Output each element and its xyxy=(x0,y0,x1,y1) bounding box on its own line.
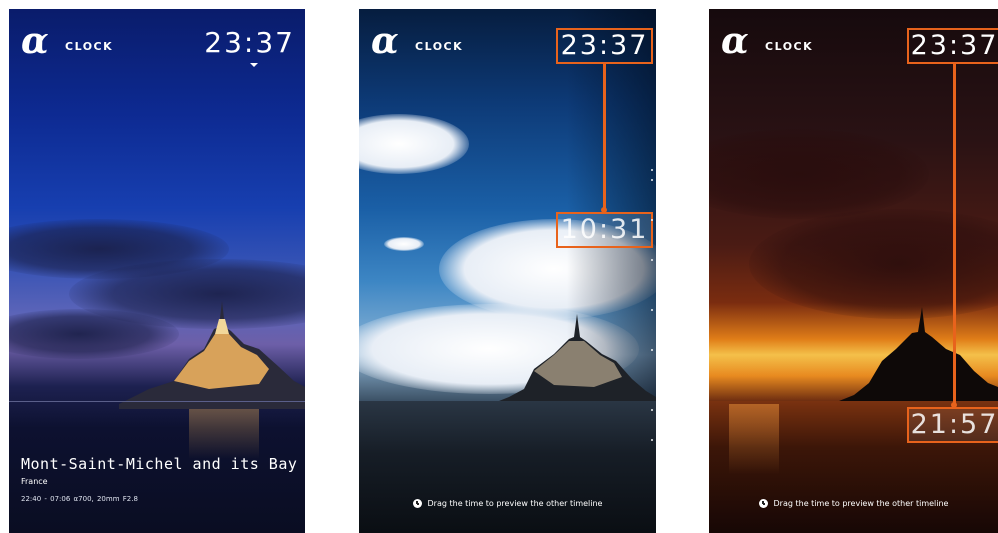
chevron-down-icon[interactable] xyxy=(250,63,258,67)
timeline-scrollbar[interactable] xyxy=(651,159,653,459)
preview-time[interactable]: 21:57 xyxy=(909,410,998,440)
mont-saint-michel-image xyxy=(484,314,656,409)
current-time-box[interactable]: 23:37 xyxy=(556,28,653,64)
screen-night: α CLOCK 23:37 Mont-Saint-Michel and its … xyxy=(9,9,305,533)
alpha-logo: α xyxy=(21,20,49,62)
mont-saint-michel-silhouette xyxy=(834,307,998,405)
sun-reflection xyxy=(729,404,779,474)
preview-time-box[interactable]: 10:31 xyxy=(556,212,653,248)
photo-info: 22:40 - 07:06 α700, 20mm F2.8 xyxy=(21,495,138,503)
timeline-connector xyxy=(953,64,956,407)
app-brand: CLOCK xyxy=(415,40,464,53)
screen-sunset: α CLOCK 23:37 21:57 Drag the time to pre… xyxy=(709,9,998,533)
current-time[interactable]: 23:37 xyxy=(909,31,998,61)
sea xyxy=(359,401,656,533)
cloud-band xyxy=(709,129,929,219)
hint-text: Drag the time to preview the other timel… xyxy=(427,499,603,508)
drag-hint: Drag the time to preview the other timel… xyxy=(709,499,998,508)
horizon xyxy=(9,401,305,402)
preview-time[interactable]: 10:31 xyxy=(558,215,651,245)
reflection xyxy=(189,409,259,459)
clock-icon xyxy=(758,499,768,508)
current-time[interactable]: 23:37 xyxy=(204,27,295,59)
location-title: Mont-Saint-Michel and its Bay xyxy=(21,455,298,473)
clock-icon xyxy=(412,499,422,508)
drag-hint: Drag the time to preview the other timel… xyxy=(359,499,656,508)
alpha-logo: α xyxy=(371,20,399,62)
current-time-box[interactable]: 23:37 xyxy=(907,28,998,64)
mont-saint-michel-image xyxy=(119,301,305,409)
app-brand: CLOCK xyxy=(65,40,114,53)
screen-day: α CLOCK 23:37 10:31 Drag the time to pre… xyxy=(359,9,656,533)
location-country: France xyxy=(21,477,48,486)
hint-text: Drag the time to preview the other timel… xyxy=(773,499,949,508)
app-brand: CLOCK xyxy=(765,40,814,53)
alpha-logo: α xyxy=(721,20,749,62)
current-time[interactable]: 23:37 xyxy=(558,31,651,61)
timeline-connector xyxy=(603,64,606,212)
preview-time-box[interactable]: 21:57 xyxy=(907,407,998,443)
